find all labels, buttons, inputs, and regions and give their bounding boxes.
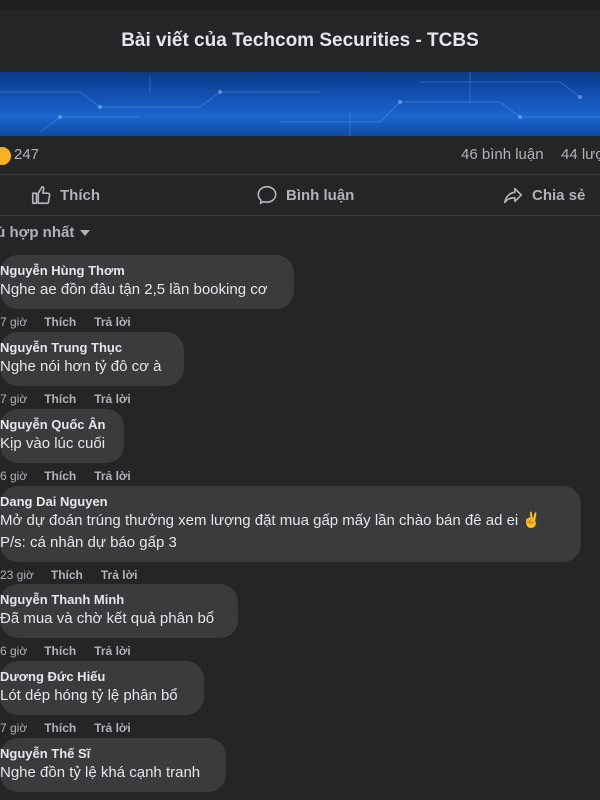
comment-text: Nghe nói hơn tỷ đô cơ à [0, 358, 162, 375]
comment-reply-link[interactable]: Trả lời [101, 568, 138, 582]
comment-item: Nguyễn Thế Sĩ Nghe đồn tỷ lệ khá cạnh tr… [0, 738, 226, 792]
comment-author[interactable]: Nguyễn Hùng Thơm [0, 262, 282, 279]
comment-author[interactable]: Dương Đức Hiếu [0, 668, 192, 685]
comment-bubble: Nguyễn Thế Sĩ Nghe đồn tỷ lệ khá cạnh tr… [0, 738, 226, 792]
comment-text: Đã mua và chờ kết quả phân bổ [0, 610, 215, 627]
comment-item: Dang Dai Nguyen Mở dự đoán trúng thưởng … [0, 486, 581, 582]
comment-time[interactable]: 23 giờ [0, 568, 34, 582]
like-label: Thích [60, 186, 100, 204]
comment-item: Nguyễn Thanh Minh Đã mua và chờ kết quả … [0, 584, 238, 658]
comment-bubble: Dương Đức Hiếu Lót dép hóng tỷ lệ phân b… [0, 661, 204, 715]
comment-text: Lót dép hóng tỷ lệ phân bổ [0, 687, 178, 704]
comment-meta: 6 giờ Thích Trả lời [0, 469, 131, 483]
comment-bubble: Nguyễn Trung Thục Nghe nói hơn tỷ đô cơ … [0, 332, 184, 386]
comment-bubble: Nguyễn Thanh Minh Đã mua và chờ kết quả … [0, 584, 238, 638]
comment-author[interactable]: Nguyễn Trung Thục [0, 339, 172, 356]
comment-item: Nguyễn Quốc Ân Kịp vào lúc cuối 6 giờ Th… [0, 409, 131, 483]
post-actions: Thích Bình luận Chia sẻ [0, 175, 600, 216]
comment-like-link[interactable]: Thích [44, 469, 76, 483]
reaction-count[interactable]: 247 [14, 146, 39, 163]
comment-time[interactable]: 6 giờ [0, 644, 27, 658]
like-button[interactable]: Thích [30, 175, 100, 215]
comment-time[interactable]: 7 giờ [0, 721, 27, 735]
share-count[interactable]: 44 lượt chia sẻ [561, 146, 600, 163]
comment-bubble: Nguyễn Quốc Ân Kịp vào lúc cuối [0, 409, 124, 463]
comment-sort-dropdown[interactable]: Phù hợp nhất [0, 222, 91, 242]
comment-time[interactable]: 6 giờ [0, 469, 27, 483]
comment-time[interactable]: 7 giờ [0, 315, 27, 329]
comment-item: Nguyễn Hùng Thơm Nghe ae đồn đâu tận 2,5… [0, 255, 294, 329]
comment-item: Dương Đức Hiếu Lót dép hóng tỷ lệ phân b… [0, 661, 204, 735]
thumbs-up-icon [31, 185, 51, 205]
comment-like-link[interactable]: Thích [51, 568, 83, 582]
dialog-header: Bài viết của Techcom Securities - TCBS [0, 10, 600, 73]
comment-reply-link[interactable]: Trả lời [94, 392, 131, 406]
circuit-pattern [0, 72, 600, 136]
comment-author[interactable]: Nguyễn Thế Sĩ [0, 745, 214, 762]
haha-emoji-icon [0, 146, 12, 166]
comment-item: Nguyễn Trung Thục Nghe nói hơn tỷ đô cơ … [0, 332, 184, 406]
comment-time[interactable]: 7 giờ [0, 392, 27, 406]
post-stats: 247 46 bình luận 44 lượt chia sẻ [0, 136, 600, 175]
comment-like-link[interactable]: Thích [44, 315, 76, 329]
comment-label: Bình luận [286, 186, 355, 204]
comment-button[interactable]: Bình luận [256, 175, 354, 215]
comment-meta: 7 giờ Thích Trả lời [0, 315, 294, 329]
comment-bubble: Dang Dai Nguyen Mở dự đoán trúng thưởng … [0, 486, 581, 562]
comment-reply-link[interactable]: Trả lời [94, 721, 131, 735]
comment-text: Mở dự đoán trúng thưởng xem lượng đặt mu… [0, 512, 542, 551]
comment-reply-link[interactable]: Trả lời [94, 315, 131, 329]
page-title: Bài viết của Techcom Securities - TCBS [121, 30, 479, 51]
top-strip [0, 0, 600, 10]
comment-meta: 6 giờ Thích Trả lời [0, 644, 238, 658]
speech-bubble-icon [257, 185, 277, 205]
post-dialog: Bài viết của Techcom Securities - TCBS 2… [0, 0, 600, 800]
share-arrow-icon [503, 187, 523, 204]
comment-text: Nghe ae đồn đâu tận 2,5 lần booking cơ [0, 281, 268, 298]
comment-meta: 7 giờ Thích Trả lời [0, 721, 204, 735]
comment-reply-link[interactable]: Trả lời [94, 644, 131, 658]
comment-text: Nghe đồn tỷ lệ khá cạnh tranh [0, 764, 201, 781]
comment-meta: 7 giờ Thích Trả lời [0, 392, 184, 406]
comment-count[interactable]: 46 bình luận [461, 146, 544, 163]
comment-bubble: Nguyễn Hùng Thơm Nghe ae đồn đâu tận 2,5… [0, 255, 294, 309]
comment-like-link[interactable]: Thích [44, 392, 76, 406]
comment-like-link[interactable]: Thích [44, 644, 76, 658]
comment-text: Kịp vào lúc cuối [0, 435, 106, 452]
sort-label: Phù hợp nhất [0, 223, 75, 241]
share-label: Chia sẻ [532, 186, 586, 204]
comment-author[interactable]: Nguyễn Quốc Ân [0, 416, 112, 433]
post-image[interactable] [0, 72, 600, 136]
comment-author[interactable]: Nguyễn Thanh Minh [0, 591, 226, 608]
comment-reply-link[interactable]: Trả lời [94, 469, 131, 483]
comment-meta: 23 giờ Thích Trả lời [0, 568, 581, 582]
comment-like-link[interactable]: Thích [44, 721, 76, 735]
share-button[interactable]: Chia sẻ [502, 175, 585, 215]
comment-author[interactable]: Dang Dai Nguyen [0, 493, 569, 510]
caret-down-icon [80, 230, 91, 236]
